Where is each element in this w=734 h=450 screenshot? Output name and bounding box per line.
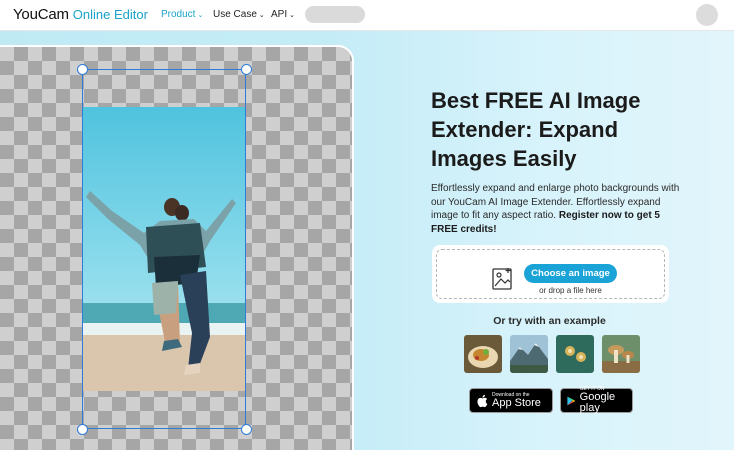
nav-api-label: API [271,9,288,20]
apple-icon [477,394,488,407]
app-store-button[interactable]: Download on the App Store [469,388,553,413]
top-navbar: YouCam Online Editor Product ⌄ Use Case … [0,0,734,31]
logo-sub-text: Online Editor [72,7,148,22]
nav-product[interactable]: Product ⌄ [161,9,203,20]
resize-handle-bottom-left[interactable] [76,423,88,435]
chevron-down-icon: ⌄ [197,11,204,19]
google-play-button[interactable]: GET IT ON Google play [560,387,633,414]
examples-heading: Or try with an example [493,315,606,327]
upload-card[interactable]: Choose an image or drop a file here [432,245,669,303]
drop-zone[interactable]: Choose an image or drop a file here [436,249,665,299]
nav-product-label: Product [161,9,196,20]
resize-handle-top-right[interactable] [240,63,252,75]
hero-description: Effortlessly expand and enlarge photo ba… [431,182,681,236]
avatar[interactable] [696,4,718,26]
chevron-down-icon: ⌄ [289,11,295,19]
google-play-big-text: Google play [579,391,616,414]
nav-use-case[interactable]: Use Case ⌄ [213,9,265,20]
drop-file-hint: or drop a file here [539,286,602,295]
logo-main-text: YouCam [13,6,69,23]
youcam-logo[interactable]: YouCam Online Editor [13,6,148,23]
app-store-badges: Download on the App Store GET IT ON Goog… [469,387,633,414]
resize-handle-bottom-right[interactable] [240,423,252,435]
nav-placeholder-pill[interactable] [305,6,365,23]
example-thumbnails [464,335,640,373]
example-thumbnail-mushrooms[interactable] [602,335,640,373]
nav-use-case-label: Use Case [213,9,257,20]
selection-frame[interactable] [82,69,246,429]
example-thumbnail-earrings[interactable] [556,335,594,373]
nav-api[interactable]: API ⌄ [271,9,295,20]
image-upload-icon [492,268,512,290]
example-thumbnail-mountain[interactable] [510,335,548,373]
choose-image-button[interactable]: Choose an image [524,264,617,283]
editor-canvas[interactable] [0,45,354,450]
page-title: Best FREE AI Image Extender: Expand Imag… [431,88,641,171]
google-play-icon [567,396,576,405]
example-thumbnail-food[interactable] [464,335,502,373]
chevron-down-icon: ⌄ [258,11,265,19]
resize-handle-top-left[interactable] [76,63,88,75]
app-store-big-text: App Store [492,396,541,409]
